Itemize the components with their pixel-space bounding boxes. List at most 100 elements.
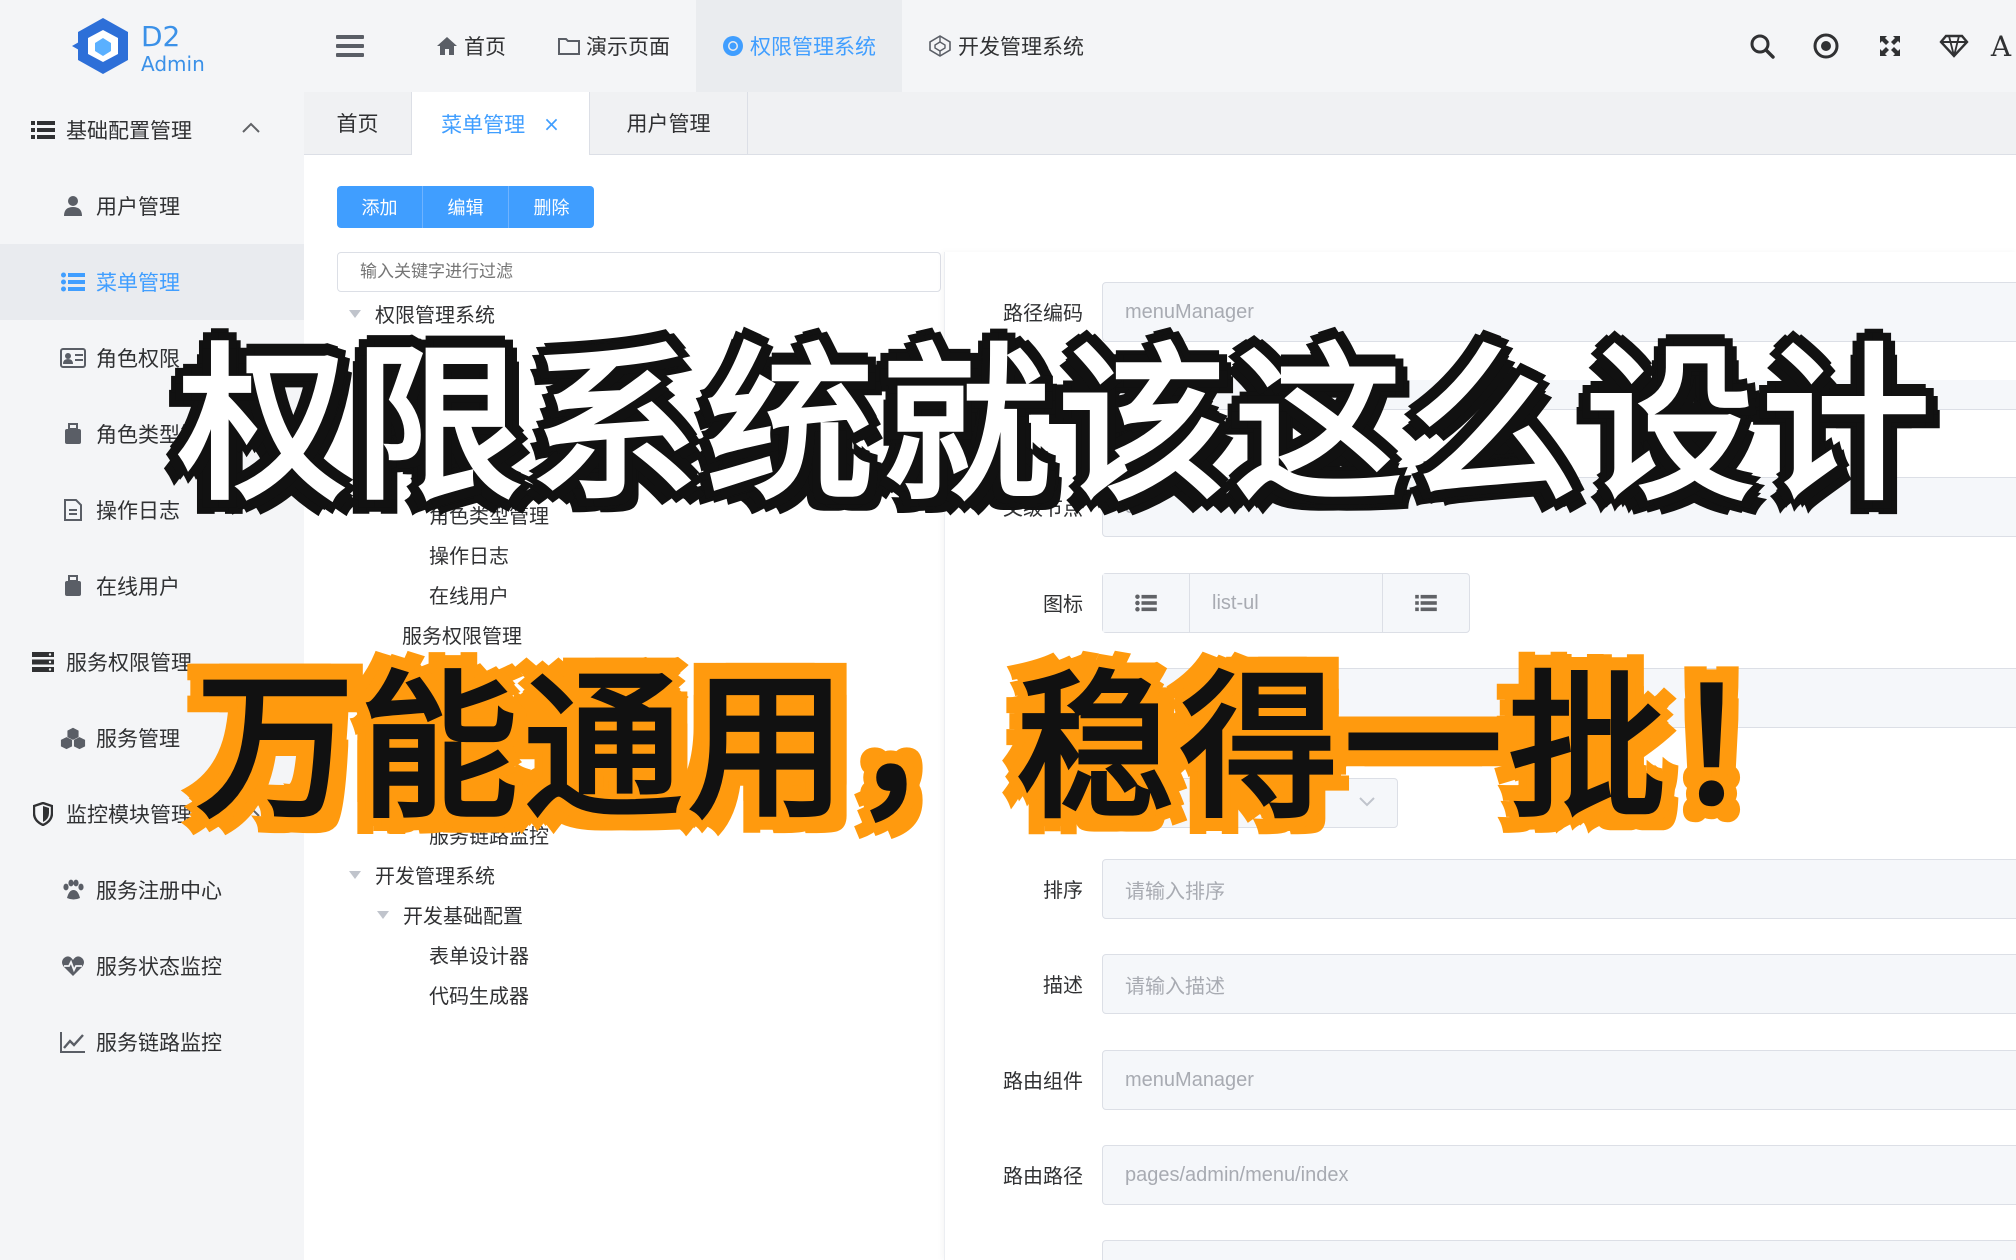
tree-node-label: 操作日志 [429,544,509,568]
sidebar-item-label: 用户管理 [96,195,180,219]
delete-button[interactable]: 删除 [509,186,594,228]
topnav-demo[interactable]: 演示页面 [532,0,696,92]
theme-button[interactable] [1922,0,1986,92]
tab-home[interactable]: 首页 [304,92,412,154]
file-icon [64,499,82,521]
route-path-label: 路由路径 [1003,1164,1083,1188]
sidebar-group-basic-config[interactable]: 基础配置管理 [0,92,304,168]
sidebar-item-label: 操作日志 [96,499,180,523]
menu-toggle-icon[interactable] [336,35,364,57]
tree-node[interactable]: 开发基础配置 [377,900,523,929]
tab-user-management[interactable]: 用户管理 [590,92,748,154]
chevron-up-icon [242,122,260,133]
sidebar-item-label: 菜单管理 [96,271,180,295]
user-icon [64,196,82,216]
sidebar-item-user-management[interactable]: 用户管理 [0,168,304,244]
log-button[interactable] [1794,0,1858,92]
tree-node-label: 开发管理系统 [375,864,495,888]
font-size-button[interactable]: A [1986,0,2016,92]
list-icon [31,121,55,139]
caret-down-icon [349,870,361,879]
search-button[interactable] [1730,0,1794,92]
id-card-icon [60,348,86,368]
sidebar-item-label: 在线用户 [96,575,180,599]
route-path-input[interactable]: pages/admin/menu/index [1102,1145,2016,1205]
codepen-icon [929,35,951,57]
sidebar-group-label: 基础配置管理 [66,119,192,143]
d2-logo-icon [72,18,128,74]
heartbeat-icon [62,956,84,976]
top-navigation: 首页 演示页面 权限管理系统 开发管理系统 [410,0,1110,92]
overlay-title-line1: 权限系统就该这么设计 [175,325,1938,527]
tab-label: 首页 [336,112,379,136]
tree-filter-input[interactable] [337,252,941,292]
edit-button[interactable]: 编辑 [423,186,509,228]
tree-node[interactable]: 在线用户 [429,580,509,609]
tree-node-label: 表单设计器 [429,944,529,968]
tree-node[interactable]: 开发管理系统 [349,860,495,889]
route-component-input[interactable]: menuManager [1102,1050,2016,1110]
sidebar-item-label: 服务管理 [96,727,180,751]
caret-down-icon [377,910,389,919]
sidebar-item-service-trace[interactable]: 服务链路监控 [0,1004,304,1080]
sidebar-group-label: 服务权限管理 [66,651,192,675]
fullscreen-icon [1880,36,1900,56]
add-button[interactable]: 添加 [337,186,423,228]
sidebar-item-service-status[interactable]: 服务状态监控 [0,928,304,1004]
sidebar-group-label: 监控模块管理 [66,803,192,827]
shield-icon [33,802,53,826]
sidebar-item-label: 服务链路监控 [96,1031,222,1055]
paw-icon [63,879,84,900]
route-component-label: 路由组件 [1003,1069,1083,1093]
overlay-title-line2: 万能通用，稳得一批！ [196,657,1836,841]
sort-label: 排序 [1043,878,1083,902]
tree-node[interactable]: 表单设计器 [429,940,529,969]
suitcase-icon [65,575,81,596]
action-button-group: 添加 编辑 删除 [337,186,594,228]
list-ul-icon [1135,594,1157,612]
d2-admin-logo[interactable]: D2 Admin [72,16,212,78]
tree-node-label: 在线用户 [429,584,509,608]
sidebar-item-label: 服务注册中心 [96,879,222,903]
topnav-home[interactable]: 首页 [410,0,532,92]
sidebar-item-label: 服务状态监控 [96,955,222,979]
suitcase-icon [65,423,81,444]
search-icon [1750,34,1775,59]
tree-node[interactable]: 操作日志 [429,540,509,569]
logo-text-d2: D2 [141,20,181,53]
form-input-cutoff[interactable] [1102,1240,2016,1260]
list-ul-icon [61,272,85,292]
topnav-home-label: 首页 [464,35,506,59]
description-input[interactable]: 请输入描述 [1102,954,2016,1014]
header-toolbar: A [1730,0,2016,92]
sort-input[interactable]: 请输入排序 [1102,859,2016,919]
chrome-icon [723,36,743,56]
diamond-icon [1939,34,1969,58]
tree-node[interactable]: 代码生成器 [429,980,529,1009]
close-icon[interactable]: × [543,112,560,136]
tree-node-label: 代码生成器 [429,984,529,1008]
line-chart-icon [60,1032,85,1053]
sidebar-item-service-registry[interactable]: 服务注册中心 [0,852,304,928]
tree-node-label: 开发基础配置 [403,904,523,928]
sidebar-item-online-users[interactable]: 在线用户 [0,548,304,624]
fullscreen-button[interactable] [1858,0,1922,92]
list-icon [1415,594,1437,612]
server-icon [32,652,54,672]
topnav-demo-label: 演示页面 [586,35,670,59]
tab-label: 用户管理 [626,112,711,136]
logo-text-admin: Admin [141,52,205,76]
folder-icon [558,38,580,55]
description-label: 描述 [1043,973,1083,997]
topnav-dev-label: 开发管理系统 [958,35,1084,59]
sidebar-item-label: 角色权限 [96,347,180,371]
dot-circle-icon [1813,33,1839,59]
topnav-dev-system[interactable]: 开发管理系统 [902,0,1110,92]
home-icon [437,37,457,55]
cubes-icon [60,727,86,750]
topnav-permission-system[interactable]: 权限管理系统 [696,0,902,92]
topnav-permission-label: 权限管理系统 [750,35,876,59]
top-header: D2 Admin 首页 演示页面 权限管理系统 开发管理系统 A [0,0,2016,92]
tab-menu-management[interactable]: 菜单管理 × [412,92,590,155]
icon-label: 图标 [1043,592,1083,616]
